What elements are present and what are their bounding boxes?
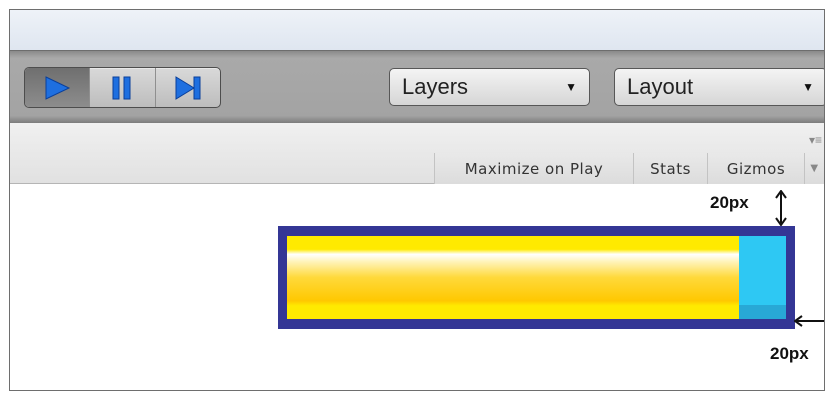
layout-dropdown-label: Layout — [627, 74, 694, 99]
vertical-double-arrow-icon — [775, 190, 787, 226]
layout-dropdown[interactable]: Layout ▼ — [614, 68, 824, 106]
pause-button[interactable] — [90, 68, 156, 107]
gizmos-dropdown-icon[interactable]: ▼ — [804, 153, 824, 184]
pause-icon — [112, 76, 131, 99]
step-button[interactable] — [156, 68, 220, 107]
game-view-tabbar: Maximize on Play Stats Gizmos ▼ — [434, 153, 824, 184]
play-button[interactable] — [25, 68, 91, 107]
play-icon — [45, 75, 71, 100]
play-controls — [24, 67, 221, 108]
title-strip — [10, 10, 824, 50]
layers-dropdown[interactable]: Layers ▼ — [389, 68, 590, 106]
toolbar: Layers ▼ Layout ▼ — [10, 50, 824, 123]
step-icon — [175, 75, 201, 100]
stats-toggle[interactable]: Stats — [633, 153, 707, 184]
layers-dropdown-label: Layers — [402, 74, 469, 99]
health-bar-fill — [287, 236, 739, 319]
maximize-on-play-toggle[interactable]: Maximize on Play — [434, 153, 633, 184]
game-panel-header: ▾≡ Maximize on Play Stats Gizmos ▼ — [10, 123, 824, 184]
dropdown-arrow-icon: ▼ — [802, 80, 814, 94]
dropdown-arrow-icon: ▼ — [565, 80, 577, 94]
editor-window: Layers ▼ Layout ▼ ▾≡ Maximize on Play St… — [9, 9, 825, 391]
horizontal-double-arrow-icon — [794, 315, 824, 327]
panel-menu-icon[interactable]: ▾≡ — [809, 133, 822, 147]
top-gap-label: 20px — [710, 193, 749, 212]
health-bar-frame — [278, 226, 795, 329]
gizmos-toggle[interactable]: Gizmos — [707, 153, 804, 184]
right-gap-label: 20px — [770, 344, 809, 363]
